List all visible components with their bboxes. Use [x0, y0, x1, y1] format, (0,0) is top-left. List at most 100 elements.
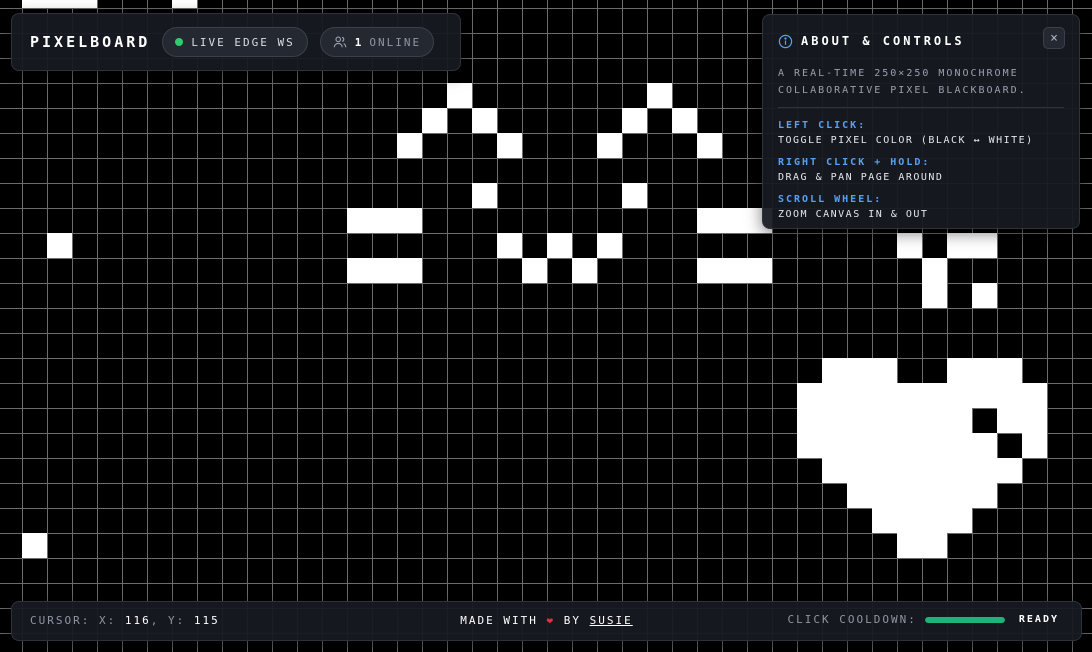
- white-pixel[interactable]: [397, 133, 422, 158]
- white-pixel[interactable]: [847, 433, 872, 458]
- white-pixel[interactable]: [72, 0, 97, 8]
- white-pixel[interactable]: [947, 233, 972, 258]
- white-pixel[interactable]: [597, 233, 622, 258]
- white-pixel[interactable]: [997, 383, 1022, 408]
- white-pixel[interactable]: [847, 408, 872, 433]
- white-pixel[interactable]: [847, 383, 872, 408]
- white-pixel[interactable]: [847, 458, 872, 483]
- white-pixel[interactable]: [172, 0, 197, 8]
- white-pixel[interactable]: [972, 483, 997, 508]
- white-pixel[interactable]: [472, 183, 497, 208]
- white-pixel[interactable]: [897, 433, 922, 458]
- white-pixel[interactable]: [872, 508, 897, 533]
- white-pixel[interactable]: [1022, 408, 1047, 433]
- white-pixel[interactable]: [472, 108, 497, 133]
- white-pixel[interactable]: [1022, 433, 1047, 458]
- white-pixel[interactable]: [947, 483, 972, 508]
- white-pixel[interactable]: [872, 483, 897, 508]
- white-pixel[interactable]: [972, 233, 997, 258]
- white-pixel[interactable]: [897, 458, 922, 483]
- white-pixel[interactable]: [922, 283, 947, 308]
- author-link[interactable]: SUSIE: [590, 614, 633, 627]
- white-pixel[interactable]: [847, 483, 872, 508]
- white-pixel[interactable]: [572, 258, 597, 283]
- white-pixel[interactable]: [547, 233, 572, 258]
- white-pixel[interactable]: [822, 433, 847, 458]
- white-pixel[interactable]: [722, 208, 747, 233]
- white-pixel[interactable]: [872, 458, 897, 483]
- white-pixel[interactable]: [997, 358, 1022, 383]
- white-pixel[interactable]: [497, 133, 522, 158]
- white-pixel[interactable]: [897, 508, 922, 533]
- white-pixel[interactable]: [922, 508, 947, 533]
- control-item: LEFT CLICK: TOGGLE PIXEL COLOR (BLACK ↔ …: [778, 118, 1064, 148]
- white-pixel[interactable]: [397, 258, 422, 283]
- white-pixel[interactable]: [872, 408, 897, 433]
- close-icon[interactable]: ×: [1050, 31, 1058, 46]
- white-pixel[interactable]: [1022, 383, 1047, 408]
- white-pixel[interactable]: [972, 433, 997, 458]
- white-pixel[interactable]: [922, 483, 947, 508]
- white-pixel[interactable]: [347, 208, 372, 233]
- white-pixel[interactable]: [922, 433, 947, 458]
- white-pixel[interactable]: [897, 408, 922, 433]
- white-pixel[interactable]: [497, 233, 522, 258]
- white-pixel[interactable]: [947, 358, 972, 383]
- connection-status-pill: LIVE EDGE WS: [162, 27, 308, 57]
- white-pixel[interactable]: [697, 133, 722, 158]
- white-pixel[interactable]: [872, 383, 897, 408]
- white-pixel[interactable]: [972, 383, 997, 408]
- white-pixel[interactable]: [22, 0, 47, 8]
- white-pixel[interactable]: [947, 508, 972, 533]
- white-pixel[interactable]: [372, 208, 397, 233]
- close-button[interactable]: ×: [1043, 27, 1065, 49]
- white-pixel[interactable]: [822, 458, 847, 483]
- white-pixel[interactable]: [622, 183, 647, 208]
- white-pixel[interactable]: [747, 258, 772, 283]
- white-pixel[interactable]: [22, 533, 47, 558]
- white-pixel[interactable]: [447, 83, 472, 108]
- white-pixel[interactable]: [872, 358, 897, 383]
- white-pixel[interactable]: [897, 483, 922, 508]
- white-pixel[interactable]: [822, 383, 847, 408]
- white-pixel[interactable]: [922, 408, 947, 433]
- white-pixel[interactable]: [897, 533, 922, 558]
- white-pixel[interactable]: [872, 433, 897, 458]
- white-pixel[interactable]: [622, 108, 647, 133]
- white-pixel[interactable]: [697, 208, 722, 233]
- white-pixel[interactable]: [697, 258, 722, 283]
- white-pixel[interactable]: [972, 458, 997, 483]
- white-pixel[interactable]: [922, 258, 947, 283]
- white-pixel[interactable]: [422, 108, 447, 133]
- white-pixel[interactable]: [922, 383, 947, 408]
- white-pixel[interactable]: [822, 358, 847, 383]
- white-pixel[interactable]: [897, 233, 922, 258]
- online-label: ONLINE: [369, 35, 422, 49]
- white-pixel[interactable]: [972, 358, 997, 383]
- white-pixel[interactable]: [972, 283, 997, 308]
- white-pixel[interactable]: [947, 383, 972, 408]
- white-pixel[interactable]: [797, 408, 822, 433]
- white-pixel[interactable]: [797, 433, 822, 458]
- white-pixel[interactable]: [372, 258, 397, 283]
- white-pixel[interactable]: [997, 458, 1022, 483]
- white-pixel[interactable]: [922, 458, 947, 483]
- white-pixel[interactable]: [822, 408, 847, 433]
- white-pixel[interactable]: [597, 133, 622, 158]
- white-pixel[interactable]: [672, 108, 697, 133]
- white-pixel[interactable]: [397, 208, 422, 233]
- white-pixel[interactable]: [797, 383, 822, 408]
- white-pixel[interactable]: [997, 408, 1022, 433]
- white-pixel[interactable]: [947, 458, 972, 483]
- white-pixel[interactable]: [522, 258, 547, 283]
- white-pixel[interactable]: [47, 0, 72, 8]
- white-pixel[interactable]: [47, 233, 72, 258]
- white-pixel[interactable]: [897, 383, 922, 408]
- white-pixel[interactable]: [347, 258, 372, 283]
- white-pixel[interactable]: [722, 258, 747, 283]
- white-pixel[interactable]: [847, 358, 872, 383]
- white-pixel[interactable]: [947, 408, 972, 433]
- white-pixel[interactable]: [947, 433, 972, 458]
- white-pixel[interactable]: [647, 83, 672, 108]
- white-pixel[interactable]: [922, 533, 947, 558]
